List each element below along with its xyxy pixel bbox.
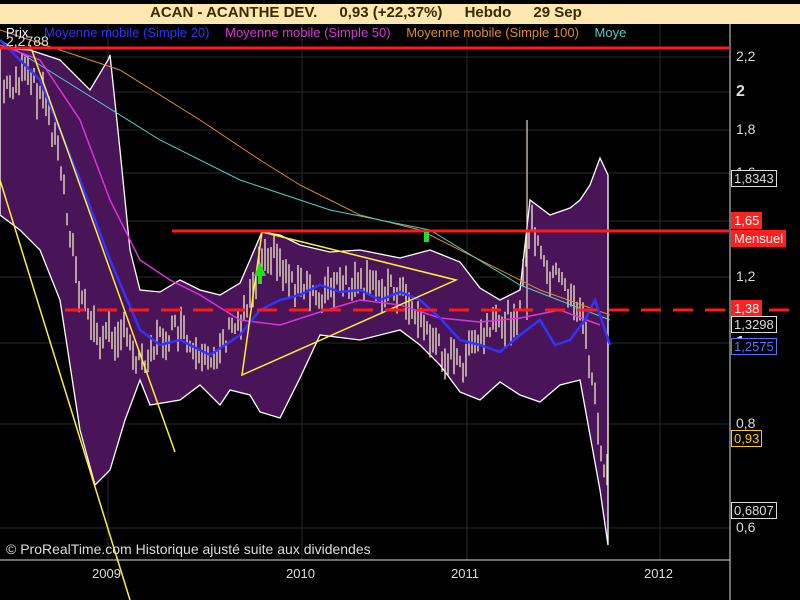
legend-sma50: Moyenne mobile (Simple 50): [225, 25, 391, 40]
y-tick-label: 1,2: [736, 268, 756, 284]
legend-sma200: Moye: [594, 25, 627, 40]
x-tick-label: 2010: [286, 566, 315, 581]
price-label-box: 1,65: [731, 212, 763, 229]
y-tick-label: 2,2: [736, 48, 756, 64]
legend: Prix Moyenne mobile (Simple 20) Moyenne …: [6, 25, 638, 40]
price-label-box: 1,8343: [731, 170, 777, 187]
x-tick-label: 2012: [644, 566, 673, 581]
y-tick-label: 2: [736, 83, 745, 100]
y-tick-label: 0,8: [736, 415, 756, 431]
y-tick-label: 0,6: [736, 519, 756, 535]
y-tick-label: 1,8: [736, 121, 756, 137]
period-label: Hebdo: [464, 4, 512, 21]
price-label-box: 1,38: [731, 300, 763, 317]
signal-marker: [424, 232, 429, 242]
copyright: © ProRealTime.com Historique ajusté suit…: [6, 541, 371, 557]
price-change: 0,93 (+22,37%): [339, 4, 443, 21]
legend-sma20: Moyenne mobile (Simple 20): [44, 25, 210, 40]
legend-sma100: Moyenne mobile (Simple 100): [406, 25, 579, 40]
date-label: 29 Sep: [533, 4, 582, 21]
ticker-name: ACAN - ACANTHE DEV.: [150, 4, 318, 21]
mensuel-label: Mensuel: [731, 230, 787, 247]
price-label-box: 0,6807: [731, 502, 777, 519]
price-label-box: 1,2575: [731, 338, 777, 355]
price-label-box: 0,93: [731, 430, 763, 447]
chart-title: ACAN - ACANTHE DEV. 0,93 (+22,37%) Hebdo…: [150, 4, 600, 21]
x-tick-label: 2009: [92, 566, 121, 581]
top-value: 2,2788: [6, 33, 49, 49]
price-label-box: 1,3298: [731, 316, 777, 333]
price-chart: [0, 20, 800, 600]
x-tick-label: 2011: [451, 566, 479, 581]
